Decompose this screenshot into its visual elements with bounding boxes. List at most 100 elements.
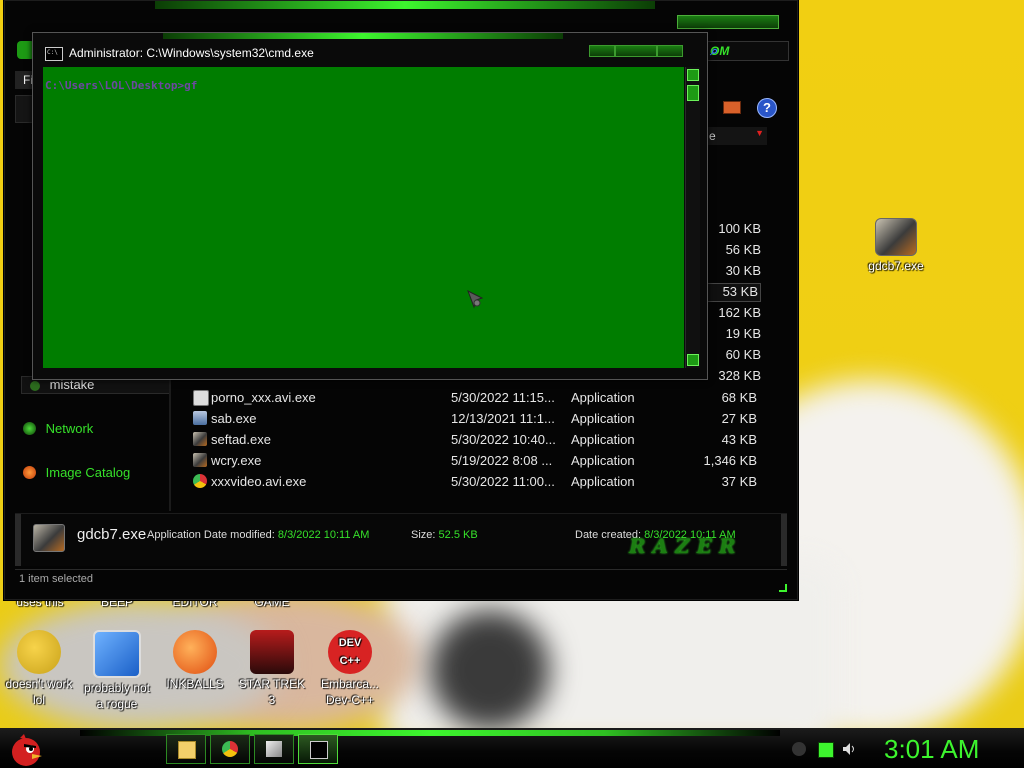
details-size: Size: 52.5 KB [411,529,478,541]
desktop-icon-yahoo[interactable]: doesn't work lol [0,630,79,708]
dev-cpp-icon: DEV C++ [328,630,372,674]
file-size: 1,346 KB [703,453,758,468]
desktop-icon-label-text: Dev-C++ [325,693,375,707]
file-row[interactable]: sab.exe 12/13/2021 11:1... Application 2… [189,408,769,429]
close-button[interactable] [657,45,683,57]
desktop-icon-label-text: STAR TREK [238,677,306,691]
file-size: 27 KB [721,411,757,426]
file-date: 12/13/2021 11:1... [451,411,555,426]
navigation-pane: mistake Network Image Catalog [13,376,173,511]
wallpaper-dark-shape [430,610,550,730]
console-output[interactable]: C:\Users\LOL\Desktop>gf [43,67,684,368]
file-date: 5/30/2022 10:40... [451,432,556,447]
scroll-up-button[interactable] [687,69,699,81]
exe-file-icon [33,524,65,552]
column-header-label: e [709,129,716,143]
desktop-icon-label-text: probably not [83,681,151,695]
cmd-icon[interactable] [45,47,63,61]
folder-icon [30,381,40,391]
desktop-icon-gdcb7[interactable]: gdcb7.exe [856,218,936,274]
taskbar-app-button[interactable] [254,734,294,764]
details-size-label: Size: [411,529,436,541]
sidebar-item-image-catalog[interactable]: Image Catalog [23,465,130,480]
help-button[interactable]: ? [757,98,777,118]
sidebar-item-network[interactable]: Network [23,421,93,436]
monitor-gears-icon [93,630,141,678]
sidebar-item-label: Image Catalog [45,465,131,480]
file-type: Application [571,453,635,468]
taskbar-cmd-button[interactable] [298,734,338,764]
file-name: porno_xxx.avi.exe [211,390,316,405]
file-name: xxxvideo.avi.exe [211,474,307,489]
chrome-file-icon [193,474,207,488]
column-header-type[interactable]: e ▼ [705,127,767,145]
details-size-value: 52.5 KB [438,529,478,541]
window-glow-bar [163,33,563,39]
tray-expand-icon[interactable] [792,742,806,756]
file-name: seftad.exe [211,432,271,447]
desktop-icon-label-text: a rogue [96,697,138,711]
desktop-icon-star-trek[interactable]: STAR TREK 3 [232,630,312,708]
minimize-button[interactable] [589,45,615,57]
scroll-thumb[interactable] [687,85,699,101]
scroll-down-button[interactable] [687,354,699,366]
exe-file-icon [193,453,207,467]
cmd-icon [310,741,328,759]
window-title: Administrator: C:\Windows\system32\cmd.e… [69,46,314,60]
pane-divider[interactable] [169,376,171,511]
taskbar-chrome-button[interactable] [210,734,250,764]
sidebar-item-label: Network [45,421,94,436]
file-date: 5/19/2022 8:08 ... [451,453,553,468]
yahoo-messenger-icon [17,630,61,674]
desktop-icon-label-text: Embarca... [320,677,380,691]
search-box[interactable]: OM ⌕ [705,41,789,61]
taskbar-clock[interactable]: 3:01 AM [884,734,979,765]
lightning-icon [23,466,36,479]
file-row[interactable]: seftad.exe 5/30/2022 10:40... Applicatio… [189,429,769,450]
file-type: Application [571,432,635,447]
mouse-cursor-icon [467,289,484,309]
exe-file-icon [193,432,207,446]
details-file-name: gdcb7.exe [77,526,147,543]
status-bar: 1 item selected [15,569,787,592]
network-icon [23,422,36,435]
desktop-icon-label-text: INKBALLS [166,677,224,691]
file-row[interactable]: porno_xxx.avi.exe 5/30/2022 11:15... App… [189,387,769,408]
details-type-text: Application [147,529,201,541]
volume-icon[interactable] [842,742,856,756]
desktop-icon-label-text: gdcb7.exe [868,259,924,273]
details-grip-left [15,514,21,566]
file-row[interactable]: xxxvideo.avi.exe 5/30/2022 11:00... Appl… [189,471,769,492]
desktop-icon-inkballs[interactable]: INKBALLS [155,630,235,692]
resize-grip-icon[interactable] [779,584,787,592]
window-glow-bar [155,1,655,9]
file-row[interactable]: wcry.exe 5/19/2022 8:08 ... Application … [189,450,769,471]
cmd-window[interactable]: Administrator: C:\Windows\system32\cmd.e… [32,32,708,380]
inkball-icon [173,630,217,674]
file-date: 5/30/2022 11:00... [451,474,555,489]
star-trek-icon [250,630,294,674]
window-control-buttons[interactable] [677,15,779,29]
console-prompt: C:\Users\LOL\Desktop>gf [45,79,198,92]
file-type: Application [571,411,635,426]
file-size: 37 KB [721,474,757,489]
file-type: Application [571,390,635,405]
vertical-scrollbar[interactable] [685,67,700,368]
details-pane: gdcb7.exe Application Date modified: 8/3… [15,513,787,566]
chrome-icon [222,741,238,757]
details-date-modified-label: Date modified: [203,529,275,541]
taskbar-explorer-button[interactable] [166,734,206,764]
start-button[interactable] [6,730,46,768]
desktop-icon-rogue[interactable]: probably not a rogue [77,630,157,712]
package-icon[interactable] [723,101,741,114]
file-name: wcry.exe [211,453,262,468]
network-status-icon[interactable] [818,742,834,758]
file-type: Application [571,474,635,489]
exe-file-icon [193,411,207,425]
maximize-button[interactable] [615,45,657,57]
desktop-icon-label-text: 3 [268,693,276,707]
folder-icon [178,741,196,759]
search-icon[interactable]: ⌕ [710,43,782,59]
desktop-icon-devcpp[interactable]: DEV C++ Embarca... Dev-C++ [310,630,390,708]
razer-logo: RAZER [629,534,743,558]
